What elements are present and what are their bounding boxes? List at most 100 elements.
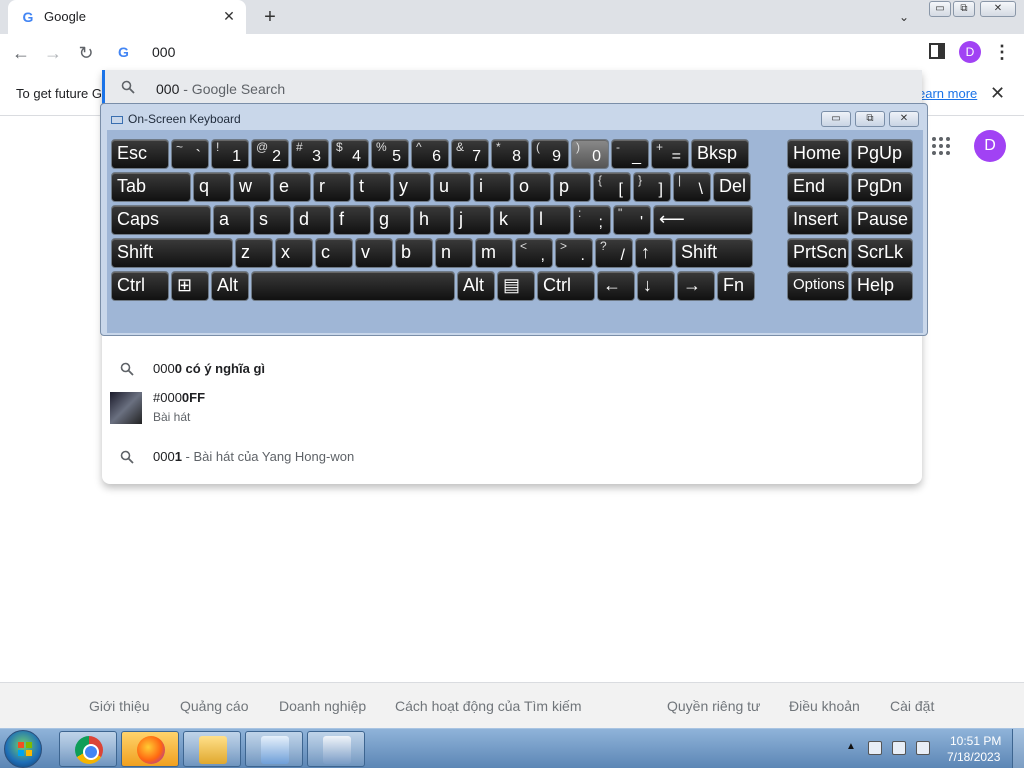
start-button[interactable] — [4, 730, 42, 768]
key-ctrl[interactable]: Ctrl — [537, 271, 595, 301]
omnibox-input[interactable]: 000 — [152, 44, 175, 60]
key-i[interactable]: i — [473, 172, 511, 202]
new-tab-button[interactable]: + — [258, 5, 282, 29]
footer-link-business[interactable]: Doanh nghiệp — [279, 698, 366, 714]
key-47[interactable]: ? / — [595, 238, 633, 268]
chrome-menu-icon[interactable]: ⋮ — [993, 40, 1011, 64]
key-96[interactable]: ~ ` — [171, 139, 209, 169]
key-p[interactable]: p — [553, 172, 591, 202]
key-m[interactable]: m — [475, 238, 513, 268]
key-61[interactable]: + = — [651, 139, 689, 169]
action-center-icon[interactable] — [868, 741, 882, 755]
key-39[interactable]: " ' — [613, 205, 651, 235]
taskbar-firefox[interactable] — [121, 731, 179, 767]
show-hidden-icons[interactable]: ▲ — [846, 741, 856, 752]
key-t[interactable]: t — [353, 172, 391, 202]
key-scrlk[interactable]: ScrLk — [851, 238, 913, 268]
key-3[interactable]: #3 — [291, 139, 329, 169]
key-j[interactable]: j — [453, 205, 491, 235]
key-esc[interactable]: Esc — [111, 139, 169, 169]
key-0[interactable]: ) 0 — [571, 139, 609, 169]
key-93[interactable]: }] — [633, 172, 671, 202]
volume-muted-icon[interactable] — [916, 741, 930, 755]
key-del[interactable]: Del — [713, 172, 751, 202]
key-u[interactable]: u — [433, 172, 471, 202]
footer-link-ads[interactable]: Quảng cáo — [180, 698, 249, 714]
key-46[interactable]: >. — [555, 238, 593, 268]
taskbar-chrome[interactable] — [59, 731, 117, 767]
key-6[interactable]: ^ 6 — [411, 139, 449, 169]
key-91[interactable]: {[ — [593, 172, 631, 202]
tab-close-icon[interactable]: ✕ — [220, 7, 238, 25]
osk-minimize-button[interactable]: ▭ — [821, 111, 851, 127]
window-close-button[interactable]: ✕ — [980, 1, 1016, 17]
key-fn[interactable]: Fn — [717, 271, 755, 301]
key-space[interactable] — [251, 271, 455, 301]
key-options[interactable]: Options — [787, 271, 849, 301]
reload-button[interactable]: ↻ — [73, 40, 99, 66]
key-y[interactable]: y — [393, 172, 431, 202]
key-8593[interactable]: ↑ — [635, 238, 673, 268]
key-w[interactable]: w — [233, 172, 271, 202]
key-r[interactable]: r — [313, 172, 351, 202]
key-10229[interactable]: ⟵ — [653, 205, 753, 235]
key-q[interactable]: q — [193, 172, 231, 202]
key-44[interactable]: <, — [515, 238, 553, 268]
side-panel-icon[interactable] — [929, 43, 945, 59]
key-1[interactable]: ! 1 — [211, 139, 249, 169]
key-z[interactable]: z — [235, 238, 273, 268]
osk-close-button[interactable]: ✕ — [889, 111, 919, 127]
key-x[interactable]: x — [275, 238, 313, 268]
key-k[interactable]: k — [493, 205, 531, 235]
key-pgdn[interactable]: PgDn — [851, 172, 913, 202]
key-h[interactable]: h — [413, 205, 451, 235]
taskbar-control-panel[interactable] — [245, 731, 303, 767]
key-e[interactable]: e — [273, 172, 311, 202]
window-restore-button[interactable]: ⧉ — [953, 1, 975, 17]
clock-time[interactable]: 10:51 PM — [950, 734, 1001, 748]
footer-link-settings[interactable]: Cài đặt — [890, 698, 934, 714]
show-desktop-button[interactable] — [1012, 729, 1024, 768]
footer-link-how-search-works[interactable]: Cách hoạt động của Tìm kiếm — [395, 698, 582, 714]
key-home[interactable]: Home — [787, 139, 849, 169]
key-c[interactable]: c — [315, 238, 353, 268]
key-b[interactable]: b — [395, 238, 433, 268]
key-alt[interactable]: Alt — [211, 271, 249, 301]
tab-search-icon[interactable]: ⌄ — [893, 6, 915, 28]
network-icon[interactable] — [892, 741, 906, 755]
taskbar-on-screen-keyboard[interactable] — [307, 731, 365, 767]
key-5[interactable]: % 5 — [371, 139, 409, 169]
key-bksp[interactable]: Bksp — [691, 139, 749, 169]
key-8594[interactable]: → — [677, 271, 715, 301]
key-alt[interactable]: Alt — [457, 271, 495, 301]
osk-restore-button[interactable]: ⧉ — [855, 111, 885, 127]
key-2[interactable]: @2 — [251, 139, 289, 169]
omnibox[interactable]: G 000 — [102, 34, 922, 70]
page-profile-avatar[interactable]: D — [974, 130, 1006, 162]
key-n[interactable]: n — [435, 238, 473, 268]
footer-link-about[interactable]: Giới thiệu — [89, 698, 150, 714]
key-pgup[interactable]: PgUp — [851, 139, 913, 169]
key-caps[interactable]: Caps — [111, 205, 211, 235]
key-8595[interactable]: ↓ — [637, 271, 675, 301]
key-9[interactable]: (9 — [531, 139, 569, 169]
forward-button[interactable]: → — [40, 40, 66, 66]
key-4[interactable]: $4 — [331, 139, 369, 169]
key-end[interactable]: End — [787, 172, 849, 202]
key-ctrl[interactable]: Ctrl — [111, 271, 169, 301]
footer-link-terms[interactable]: Điều khoản — [789, 698, 860, 714]
key-v[interactable]: v — [355, 238, 393, 268]
key-shift[interactable]: Shift — [111, 238, 233, 268]
suggestion-item[interactable]: 0000 có ý nghĩa gì — [102, 352, 922, 386]
key-l[interactable]: l — [533, 205, 571, 235]
info-bar-close-icon[interactable]: ✕ — [990, 83, 1005, 104]
key-shift[interactable]: Shift — [675, 238, 753, 268]
key-s[interactable]: s — [253, 205, 291, 235]
taskbar-explorer[interactable] — [183, 731, 241, 767]
key-7[interactable]: & 7 — [451, 139, 489, 169]
profile-avatar[interactable]: D — [959, 41, 981, 63]
key-prtscn[interactable]: PrtScn — [787, 238, 849, 268]
suggestion-item[interactable]: #0000FF Bài hát — [102, 388, 922, 432]
window-minimize-button[interactable]: ▭ — [929, 1, 951, 17]
key-59[interactable]: :; — [573, 205, 611, 235]
